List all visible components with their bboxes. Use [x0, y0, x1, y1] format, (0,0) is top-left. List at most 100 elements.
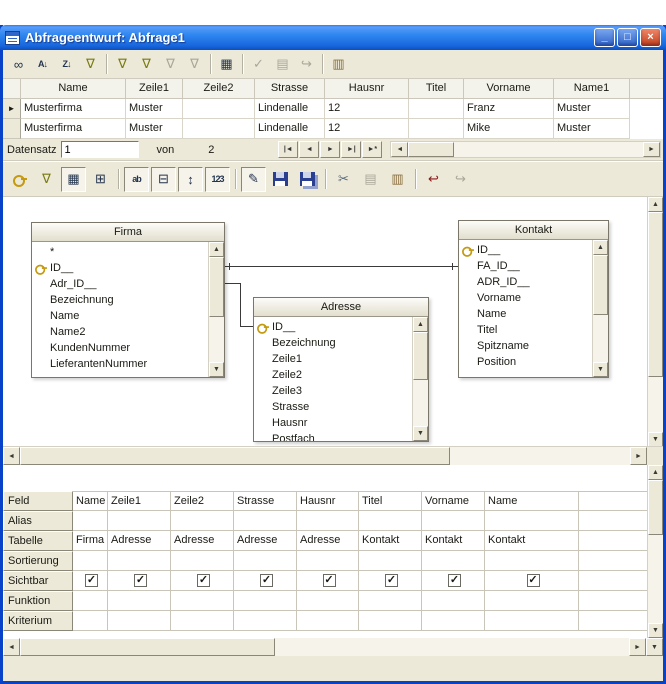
tabelle-cell[interactable]: Kontakt: [422, 531, 485, 551]
scroll-down-icon[interactable]: ▼: [413, 426, 428, 441]
grid-cell[interactable]: Lindenalle: [255, 99, 325, 119]
table-field[interactable]: Name: [459, 306, 592, 322]
grid-cell[interactable]: Musterfirma: [21, 99, 126, 119]
table-field[interactable]: LieferantenNummer: [32, 356, 208, 372]
scrollbar-track[interactable]: [593, 315, 608, 362]
table-field[interactable]: Bezeichnung: [254, 335, 412, 351]
grid-cell[interactable]: Muster: [554, 99, 630, 119]
table-field[interactable]: Vorname: [459, 290, 592, 306]
scroll-up-icon[interactable]: ▲: [209, 242, 224, 257]
scroll-down-icon[interactable]: ▼: [209, 362, 224, 377]
sortierung-cell[interactable]: [234, 551, 297, 571]
alias-cell[interactable]: [359, 511, 422, 531]
table-field[interactable]: Zeile1: [254, 351, 412, 367]
kriterium-cell[interactable]: [108, 611, 171, 631]
sichtbar-checkbox[interactable]: ✓: [134, 574, 147, 587]
feld-cell[interactable]: Titel: [359, 491, 422, 511]
scrollbar-track[interactable]: [454, 142, 643, 157]
sortierung-cell[interactable]: [73, 551, 108, 571]
scrollbar-track[interactable]: [648, 377, 663, 432]
join-line-firma-adresse[interactable]: [240, 283, 241, 326]
titlebar[interactable]: Abfrageentwurf: Abfrage1 _ □ ×: [0, 25, 666, 50]
cut-button[interactable]: ✂: [331, 167, 356, 192]
kriterium-cell[interactable]: [234, 611, 297, 631]
table-field[interactable]: Adr_ID__: [32, 276, 208, 292]
sortierung-cell[interactable]: [485, 551, 579, 571]
sichtbar-checkbox[interactable]: ✓: [85, 574, 98, 587]
scroll-right-icon[interactable]: ►: [643, 142, 660, 157]
toggle-tabelle-row-button[interactable]: ⊟: [151, 167, 176, 192]
bottom-horizontal-scrollbar[interactable]: ◄ ► ▼: [3, 638, 663, 656]
table-field[interactable]: Name2: [32, 324, 208, 340]
scrollbar-thumb[interactable]: [20, 447, 450, 465]
tabelle-cell[interactable]: Firma: [73, 531, 108, 551]
properties-button[interactable]: [7, 167, 32, 192]
result-horizontal-scrollbar[interactable]: ◄ ►: [390, 141, 661, 158]
funktion-cell[interactable]: [422, 591, 485, 611]
table-window-firma[interactable]: Firma * ID__ Adr_ID__ Bezeichnung Name N…: [31, 222, 225, 378]
column-header-name[interactable]: Name: [21, 79, 126, 99]
show-grid-button[interactable]: ▦: [61, 167, 86, 192]
add-table-button[interactable]: ⊞: [88, 167, 113, 192]
feld-cell[interactable]: Strasse: [234, 491, 297, 511]
column-header-zeile1[interactable]: Zeile1: [126, 79, 183, 99]
filter-button[interactable]: ∇: [111, 53, 134, 76]
table-field[interactable]: ID__: [459, 242, 592, 258]
feld-cell[interactable]: Zeile2: [171, 491, 234, 511]
grid-cell[interactable]: [409, 119, 464, 139]
minimize-button[interactable]: _: [594, 28, 615, 47]
table-title[interactable]: Kontakt: [459, 221, 608, 240]
find-button[interactable]: ∞: [7, 53, 30, 76]
tabelle-cell[interactable]: Kontakt: [359, 531, 422, 551]
scrollbar-thumb[interactable]: [648, 480, 663, 535]
grid-cell[interactable]: Muster: [126, 99, 183, 119]
next-record-button[interactable]: ►: [320, 141, 340, 158]
table-field[interactable]: Postfach: [254, 431, 412, 441]
scrollbar-thumb[interactable]: [413, 332, 428, 380]
column-header-strasse[interactable]: Strasse: [255, 79, 325, 99]
preview-button[interactable]: ▦: [215, 53, 238, 76]
scrollbar-thumb[interactable]: [20, 638, 275, 656]
filter-by-selection-button[interactable]: ∇: [135, 53, 158, 76]
design-vertical-scrollbar[interactable]: ▲ ▼: [647, 197, 663, 447]
table-field[interactable]: Titel: [459, 322, 592, 338]
scroll-right-icon[interactable]: ►: [629, 638, 646, 656]
toggle-funktion-row-button[interactable]: 123: [205, 167, 230, 192]
table-field[interactable]: Bezeichnung: [32, 292, 208, 308]
tabelle-cell[interactable]: Kontakt: [485, 531, 579, 551]
save-all-button[interactable]: [295, 167, 320, 192]
grid-cell[interactable]: 12: [325, 119, 409, 139]
kriterium-cell[interactable]: [73, 611, 108, 631]
column-header-hausnr[interactable]: Hausnr: [325, 79, 409, 99]
toggle-sortierung-row-button[interactable]: ↕: [178, 167, 203, 192]
sortierung-cell[interactable]: [422, 551, 485, 571]
scrollbar-thumb[interactable]: [593, 255, 608, 315]
sortierung-cell[interactable]: [171, 551, 234, 571]
scroll-right-icon[interactable]: ►: [630, 447, 647, 465]
scrollbar-track[interactable]: [648, 535, 663, 623]
table-field[interactable]: ID__: [254, 319, 412, 335]
table-field[interactable]: *: [32, 244, 208, 260]
sichtbar-checkbox[interactable]: ✓: [323, 574, 336, 587]
table-field[interactable]: ADR_ID__: [459, 274, 592, 290]
column-header-zeile2[interactable]: Zeile2: [183, 79, 255, 99]
sichtbar-checkbox[interactable]: ✓: [527, 574, 540, 587]
feld-cell[interactable]: Name: [485, 491, 579, 511]
alias-cell[interactable]: [108, 511, 171, 531]
scroll-down-icon[interactable]: ▼: [593, 362, 608, 377]
funktion-cell[interactable]: [108, 591, 171, 611]
selector-header-cell[interactable]: [3, 79, 21, 99]
scroll-left-icon[interactable]: ◄: [3, 447, 20, 465]
remove-filter-button[interactable]: ∇: [34, 167, 59, 192]
funktion-cell[interactable]: [171, 591, 234, 611]
grid-cell[interactable]: Muster: [554, 119, 630, 139]
table-title[interactable]: Firma: [32, 223, 224, 242]
scroll-left-icon[interactable]: ◄: [3, 638, 20, 656]
table-field[interactable]: Spitzname: [459, 338, 592, 354]
tabelle-cell[interactable]: Adresse: [171, 531, 234, 551]
sort-ascending-button[interactable]: A↓: [31, 53, 54, 76]
alias-cell[interactable]: [234, 511, 297, 531]
grid-cell[interactable]: Mike: [464, 119, 554, 139]
grid-cell[interactable]: Franz: [464, 99, 554, 119]
kriterium-cell[interactable]: [422, 611, 485, 631]
